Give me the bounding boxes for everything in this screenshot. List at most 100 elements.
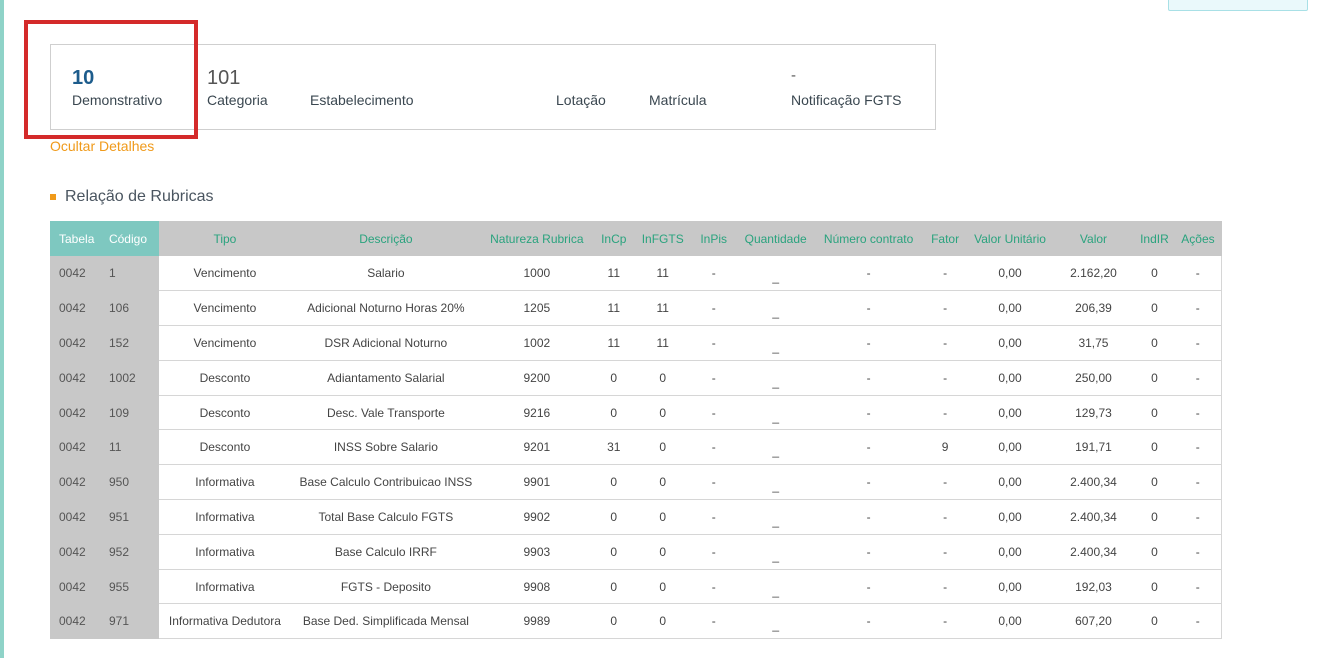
cell-valor: 192,03 [1052,569,1135,605]
section-title-text: Relação de Rubricas [65,188,214,205]
cell-acoes[interactable]: - [1174,464,1223,501]
cell-codigo: 1 [104,256,159,292]
cell-codigo: 106 [104,290,159,327]
cell-acoes[interactable]: - [1174,499,1223,535]
cell-acoes[interactable]: - [1174,395,1223,431]
header-valor-unitario[interactable]: Valor Unitário [967,221,1053,256]
rubricas-table: Tabela Código Tipo Descrição Natureza Ru… [50,221,1223,640]
cell-quantidade: _ [736,290,815,327]
cell-quantidade: _ [736,325,815,361]
cell-valor-unitario: 0,00 [967,464,1053,501]
cell-fator: - [922,395,968,431]
cell-acoes[interactable]: - [1174,256,1223,292]
cell-quantidade: _ [736,256,815,292]
cell-inpis: - [690,603,737,640]
cell-inpis: - [690,569,737,605]
header-acoes[interactable]: Ações [1174,221,1222,256]
table-header-row: Tabela Código Tipo Descrição Natureza Ru… [50,221,1222,256]
cell-quantidade: _ [736,464,815,501]
cell-fator: 9 [922,429,968,466]
cell-fator: - [922,325,968,361]
table-row: 0042 971 Informativa Dedutora Base Ded. … [50,603,1223,640]
cell-descricao: FGTS - Deposito [290,569,481,605]
cell-fator: - [922,569,968,605]
header-quantidade[interactable]: Quantidade [736,221,815,256]
cell-tipo: Informativa [158,569,291,605]
cell-tabela: 0042 [50,569,105,605]
cell-natureza: 9901 [480,464,593,501]
cell-valor: 2.162,20 [1052,256,1135,292]
cell-acoes[interactable]: - [1174,534,1223,570]
categoria-value: 101 [207,67,241,89]
cell-quantidade: _ [736,429,815,466]
cell-acoes[interactable]: - [1174,569,1223,605]
cell-descricao: Total Base Calculo FGTS [290,499,481,535]
cell-infgts: 0 [634,395,691,431]
cell-valor: 607,20 [1052,603,1135,640]
header-codigo[interactable]: Código [104,221,159,256]
cell-incp: 0 [592,603,635,640]
cell-infgts: 0 [634,360,691,396]
cell-inpis: - [690,499,737,535]
demonstrativo-label: Demonstrativo [72,92,163,108]
cell-tipo: Vencimento [158,256,291,292]
header-inpis[interactable]: InPis [690,221,737,256]
cell-acoes[interactable]: - [1174,290,1223,327]
hide-details-link[interactable]: Ocultar Detalhes [50,138,154,154]
header-numero-contrato[interactable]: Número contrato [814,221,923,256]
cell-inpis: - [690,395,737,431]
cell-inpis: - [690,464,737,501]
cell-acoes[interactable]: - [1174,360,1223,396]
square-bullet-icon [50,194,56,200]
header-natureza-rubrica[interactable]: Natureza Rubrica [480,221,593,256]
cell-tipo: Informativa [158,464,291,501]
cell-inpis: - [690,290,737,327]
cell-tabela: 0042 [50,464,105,501]
cell-numero-contrato: - [814,290,923,327]
cell-quantidade: _ [736,360,815,396]
header-tipo[interactable]: Tipo [158,221,291,256]
header-tabela[interactable]: Tabela [50,221,105,256]
cell-codigo: 11 [104,429,159,466]
cell-numero-contrato: - [814,499,923,535]
cell-acoes[interactable]: - [1174,603,1223,640]
cell-tipo: Desconto [158,360,291,396]
top-right-button[interactable] [1168,0,1308,11]
cell-numero-contrato: - [814,256,923,292]
header-indir[interactable]: IndIR [1134,221,1175,256]
table-row: 0042 11 Desconto INSS Sobre Salario 9201… [50,429,1223,466]
left-edge-bar [0,0,4,658]
cell-descricao: INSS Sobre Salario [290,429,481,466]
cell-descricao: Salario [290,256,481,292]
cell-fator: - [922,534,968,570]
summary-panel: 10 Demonstrativo 101 Categoria Estabelec… [50,44,936,130]
cell-tipo: Vencimento [158,325,291,361]
cell-descricao: Desc. Vale Transporte [290,395,481,431]
cell-acoes[interactable]: - [1174,429,1223,466]
cell-tipo: Informativa [158,499,291,535]
cell-tabela: 0042 [50,290,105,327]
cell-valor: 206,39 [1052,290,1135,327]
cell-natureza: 9903 [480,534,593,570]
cell-inpis: - [690,429,737,466]
cell-numero-contrato: - [814,603,923,640]
header-incp[interactable]: InCp [592,221,635,256]
cell-incp: 0 [592,534,635,570]
cell-incp: 11 [592,256,635,292]
cell-acoes[interactable]: - [1174,325,1223,361]
header-descricao[interactable]: Descrição [290,221,481,256]
cell-codigo: 1002 [104,360,159,396]
cell-descricao: Base Calculo IRRF [290,534,481,570]
cell-tipo: Informativa Dedutora [158,603,291,640]
header-valor[interactable]: Valor [1052,221,1135,256]
header-infgts[interactable]: InFGTS [634,221,691,256]
cell-inpis: - [690,534,737,570]
cell-indir: 0 [1134,290,1175,327]
header-fator[interactable]: Fator [922,221,968,256]
cell-valor-unitario: 0,00 [967,290,1053,327]
cell-indir: 0 [1134,360,1175,396]
demonstrativo-value: 10 [72,67,95,89]
cell-incp: 0 [592,569,635,605]
cell-valor: 129,73 [1052,395,1135,431]
cell-codigo: 152 [104,325,159,361]
